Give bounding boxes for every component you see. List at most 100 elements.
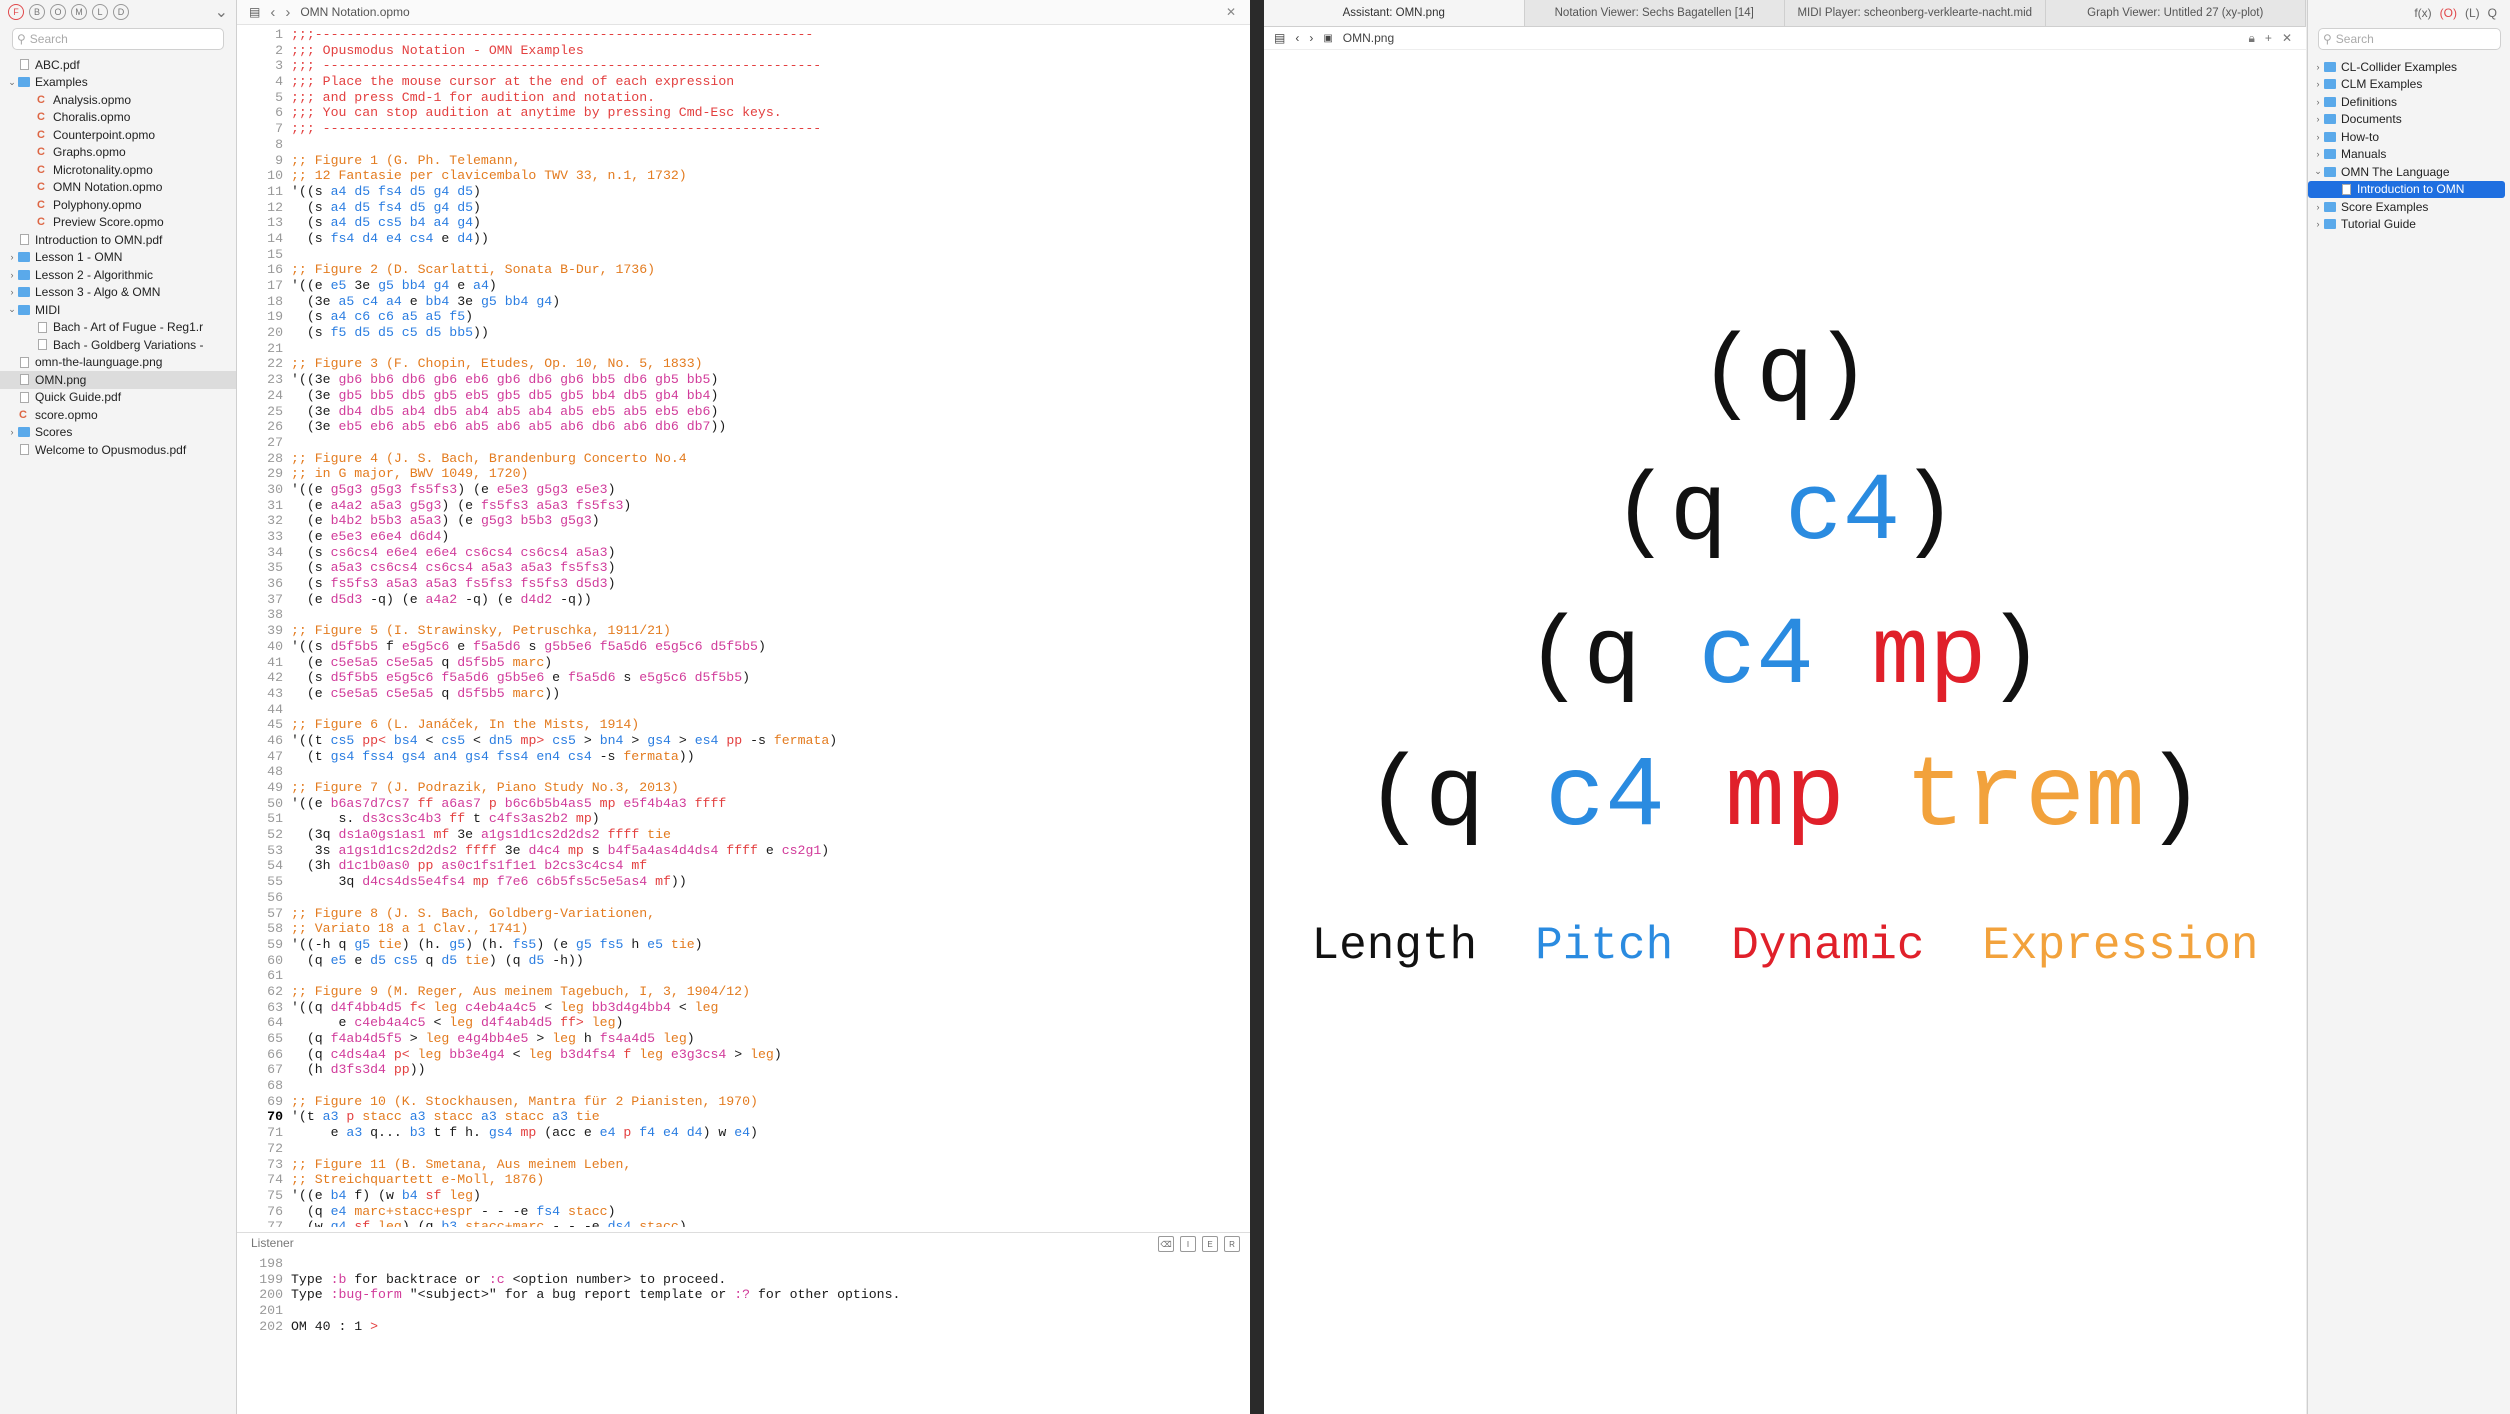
code-token: (e (291, 685, 331, 701)
code-token: 3e (449, 827, 481, 843)
file-item[interactable]: C Preview Score.opmo (0, 214, 236, 232)
sidebar-toggle-icon[interactable]: ▤ (249, 5, 260, 19)
doc-item[interactable]: › Definitions (2308, 93, 2510, 111)
file-item[interactable]: C Polyphony.opmo (0, 196, 236, 214)
file-item[interactable]: ⌄ MIDI (0, 301, 236, 319)
forward-icon[interactable]: › (285, 4, 290, 21)
disclosure-closed-icon[interactable]: › (6, 287, 18, 297)
doc-item[interactable]: › Tutorial Guide (2308, 216, 2510, 234)
file-item[interactable]: Introduction to OMN.pdf (0, 231, 236, 249)
file-item[interactable]: Welcome to Opusmodus.pdf (0, 441, 236, 459)
doc-item[interactable]: ⌄ OMN The Language (2308, 163, 2510, 181)
omn-token: c4 (1785, 458, 1901, 567)
tab-3[interactable]: MIDI Player: scheonberg-verklearte-nacht… (1785, 0, 2046, 26)
doc-item[interactable]: › How-to (2308, 128, 2510, 146)
code-token: g5b5e6 f5a5d6 e5g5c6 d5f5b5 (544, 638, 758, 654)
back-icon[interactable]: ‹ (1295, 31, 1299, 45)
omn-token: c4 (1544, 742, 1665, 855)
disclosure-open-icon[interactable]: ⌄ (6, 77, 18, 88)
disclosure-closed-icon[interactable]: › (2312, 79, 2324, 89)
disclosure-closed-icon[interactable]: › (6, 270, 18, 280)
file-item[interactable]: Bach - Goldberg Variations - (0, 336, 236, 354)
file-item[interactable]: C OMN Notation.opmo (0, 179, 236, 197)
doc-item[interactable]: › Score Examples (2308, 198, 2510, 216)
legend-dynamic: Dynamic (1731, 920, 1925, 972)
disclosure-closed-icon[interactable]: › (6, 252, 18, 262)
code-line: 13 (s a4 d5 cs5 b4 a4 g4) (237, 215, 1250, 231)
doc-toolbar-icon-2[interactable]: (L) (2465, 6, 2480, 20)
file-item[interactable]: › Lesson 1 - OMN (0, 249, 236, 267)
file-item[interactable]: C Graphs.opmo (0, 144, 236, 162)
code-area[interactable]: 1 ;;;------------------------------------… (237, 27, 1250, 1227)
doc-item[interactable]: › CL-Collider Examples (2308, 58, 2510, 76)
listener-option-3-icon[interactable]: R (1224, 1236, 1240, 1252)
listener-option-2-icon[interactable]: E (1202, 1236, 1218, 1252)
clear-icon[interactable]: ⌫ (1158, 1236, 1174, 1252)
close-icon[interactable]: ✕ (2282, 31, 2292, 45)
doc-toolbar-icon-0[interactable]: f(x) (2414, 6, 2431, 20)
disclosure-open-icon[interactable]: ⌄ (6, 304, 18, 315)
disclosure-closed-icon[interactable]: › (2312, 114, 2324, 124)
toolbar-icon-f[interactable]: F (8, 4, 24, 20)
code-token: ) (742, 670, 751, 686)
listener-output[interactable]: 198 199 Type :b for backtrace or :c <optio… (237, 1256, 1250, 1334)
file-item[interactable]: C Counterpoint.opmo (0, 126, 236, 144)
tab-2[interactable]: Notation Viewer: Sechs Bagatellen [14] (1525, 0, 1785, 26)
toolbar-icon-m[interactable]: M (71, 4, 87, 20)
chevron-down-icon[interactable]: ⌄ (215, 2, 228, 22)
doc-item[interactable]: › Manuals (2308, 146, 2510, 164)
toolbar-icon-o[interactable]: O (50, 4, 66, 20)
split-divider[interactable] (1250, 0, 1264, 1414)
toolbar-icon-b[interactable]: B (29, 4, 45, 20)
file-item[interactable]: OMN.png (0, 371, 236, 389)
file-item[interactable]: omn-the-launguage.png (0, 354, 236, 372)
file-item[interactable]: Cscore.opmo (0, 406, 236, 424)
tab-4[interactable]: Graph Viewer: Untitled 27 (xy-plot) (2046, 0, 2306, 26)
toolbar-icon-l[interactable]: L (92, 4, 108, 20)
tab-1[interactable]: Assistant: OMN.png (1264, 0, 1525, 26)
file-item[interactable]: › Lesson 3 - Algo & OMN (0, 284, 236, 302)
file-item[interactable]: ⌄ Examples (0, 74, 236, 92)
line-number: 21 (267, 340, 283, 356)
sidebar-search-input[interactable]: ⚲ Search (12, 28, 224, 50)
doc-item[interactable]: › CLM Examples (2308, 76, 2510, 94)
close-icon[interactable]: ✕ (1226, 5, 1236, 19)
disclosure-open-icon[interactable]: ⌄ (2312, 166, 2324, 177)
file-item[interactable]: › Scores (0, 424, 236, 442)
code-token: dn5 (488, 732, 513, 748)
doc-item[interactable]: › Documents (2308, 111, 2510, 129)
add-icon[interactable]: + (2265, 31, 2272, 45)
omn-token: ) (1986, 602, 2045, 711)
file-item[interactable]: C Choralis.opmo (0, 109, 236, 127)
disclosure-closed-icon[interactable]: › (2312, 202, 2324, 212)
disclosure-closed-icon[interactable]: › (2312, 132, 2324, 142)
code-token: d5 (528, 952, 545, 968)
doc-toolbar-icon-3[interactable]: Q (2488, 6, 2497, 20)
disclosure-closed-icon[interactable]: › (2312, 62, 2324, 72)
disclosure-closed-icon[interactable]: › (2312, 97, 2324, 107)
disclosure-closed-icon[interactable]: › (6, 427, 18, 437)
code-token: e (401, 293, 426, 309)
disclosure-closed-icon[interactable]: › (2312, 219, 2324, 229)
disclosure-closed-icon[interactable]: › (2312, 149, 2324, 159)
sidebar-toggle-icon[interactable]: ▤ (1274, 31, 1285, 45)
doc-search-input[interactable]: ⚲ Search (2318, 28, 2501, 50)
back-icon[interactable]: ‹ (270, 4, 275, 21)
doc-toolbar-icon-1[interactable]: (O) (2440, 6, 2457, 20)
toolbar-icon-d[interactable]: D (113, 4, 129, 20)
code-line: 60 (q e5 e d5 cs5 q d5 tie) (q d5 -h)) (237, 953, 1250, 969)
lock-icon[interactable]: 🔒︎ (2249, 31, 2255, 46)
listener-option-1-icon[interactable]: I (1180, 1236, 1196, 1252)
forward-icon[interactable]: › (1309, 31, 1313, 45)
file-item[interactable]: ABC.pdf (0, 56, 236, 74)
file-item[interactable]: C Analysis.opmo (0, 91, 236, 109)
file-item[interactable]: Quick Guide.pdf (0, 389, 236, 407)
code-token: ) (607, 481, 616, 497)
file-item[interactable]: › Lesson 2 - Algorithmic (0, 266, 236, 284)
file-item[interactable]: C Microtonality.opmo (0, 161, 236, 179)
viewer-toolbar: ▤ ‹ › ▣ OMN.png 🔒︎ + ✕ (1264, 27, 2306, 50)
line-number: 47 (267, 748, 283, 764)
code-token: pp (385, 1062, 410, 1078)
file-item[interactable]: Bach - Art of Fugue - Reg1.r (0, 319, 236, 337)
doc-item[interactable]: Introduction to OMN (2308, 180, 2505, 198)
